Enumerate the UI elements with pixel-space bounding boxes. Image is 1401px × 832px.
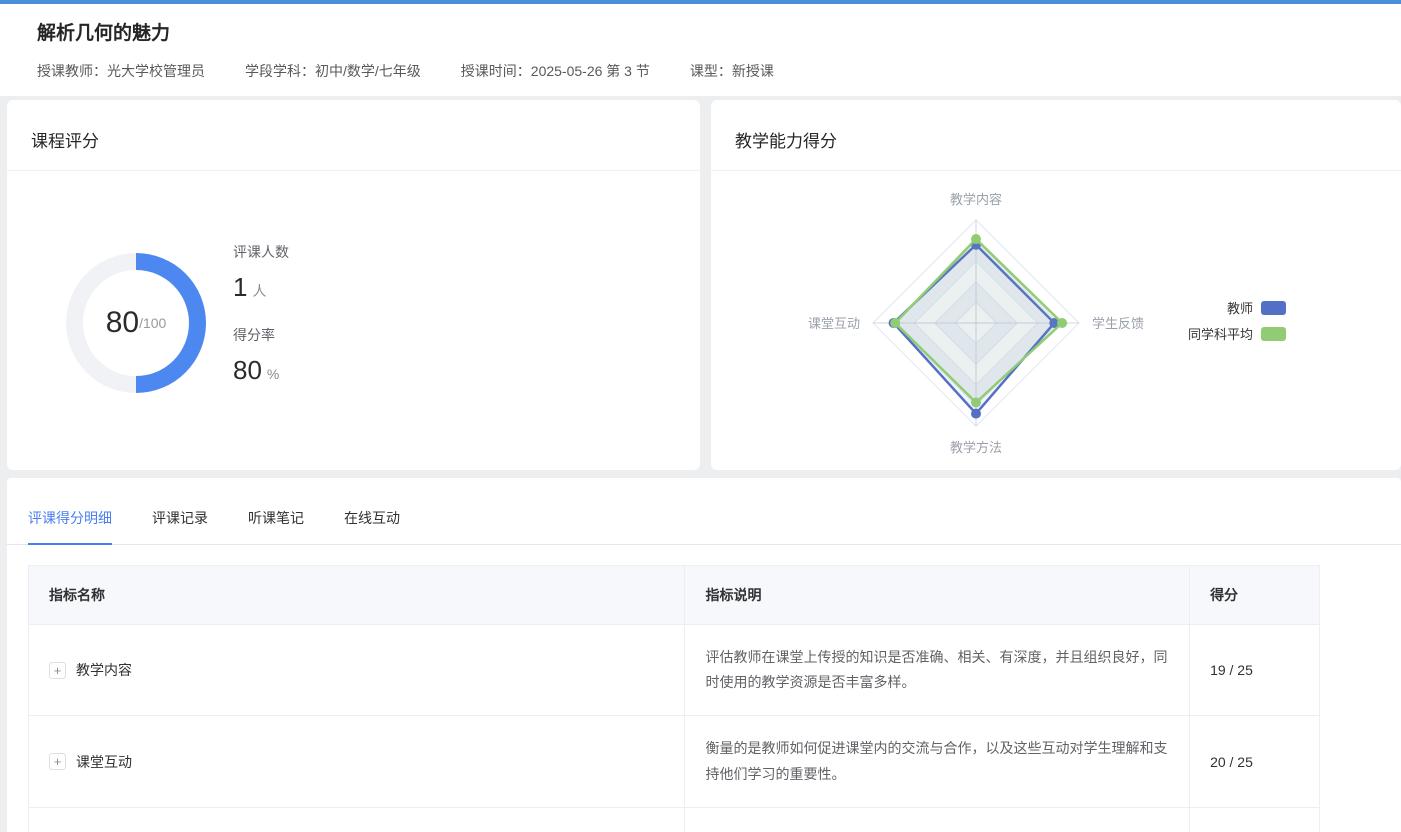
score-value: 80 (106, 306, 139, 340)
legend-item-teacher[interactable]: 教师 (1227, 298, 1286, 317)
table-row[interactable]: + 课堂互动 衡量的是教师如何促进课堂内的交流与合作，以及这些互动对学生理解和支持… (29, 716, 1320, 807)
column-header-indicator-desc: 指标说明 (685, 566, 1190, 625)
reviewer-count-label: 评课人数 (233, 242, 289, 262)
meta-time: 授课时间：2025-05-26 第 3 节 (461, 61, 650, 81)
teaching-ability-card: 教学能力得分 教学内容学生反馈教学方法 课堂互动 教师 同学科平均 (711, 100, 1401, 470)
radar-chart: 教学内容学生反馈教学方法 课堂互动 (711, 170, 1401, 470)
tab-evaluation-records[interactable]: 评课记录 (152, 508, 208, 545)
svg-text:教学方法: 教学方法 (950, 440, 1002, 455)
score-denominator: /100 (139, 315, 166, 331)
table-header-row: 指标名称 指标说明 得分 (29, 566, 1320, 625)
meta-subject: 学段学科：初中/数学/七年级 (245, 61, 421, 81)
indicator-name: 教学内容 (76, 660, 132, 680)
column-header-indicator-name: 指标名称 (29, 566, 685, 625)
indicator-description: 评估教师在课堂上传授的知识是否准确、相关、有深度，并且组织良好，同时使用的教学资… (705, 645, 1169, 695)
lesson-header: 解析几何的魅力 授课教师：光大学校管理员 学段学科：初中/数学/七年级 授课时间… (0, 4, 1401, 96)
legend-label: 教师 (1227, 298, 1253, 317)
svg-text:教学内容: 教学内容 (950, 192, 1002, 207)
reviewer-count-unit: 人 (252, 283, 266, 299)
svg-text:课堂互动: 课堂互动 (808, 316, 860, 331)
evaluation-detail-section: 评课得分明细 评课记录 听课笔记 在线互动 指标名称 指标说明 得分 + 教学内容… (7, 478, 1401, 832)
expand-row-icon[interactable]: + (49, 662, 66, 679)
score-rate-value: 80% (233, 355, 289, 386)
table-row[interactable]: +教学方法 关注教师所采用的教学策略和技术手段的有效性，以及它们是否能够适应不同… (29, 807, 1320, 832)
course-score-card-title: 课程评分 (7, 100, 700, 152)
tab-listening-notes[interactable]: 听课笔记 (248, 508, 304, 545)
card-divider (7, 170, 700, 171)
tab-online-interaction[interactable]: 在线互动 (344, 508, 400, 545)
score-detail-table: 指标名称 指标说明 得分 + 教学内容 评估教师在课堂上传授的知识是否准确、相关、… (28, 565, 1320, 832)
svg-text:学生反馈: 学生反馈 (1092, 316, 1144, 331)
indicator-description: 衡量的是教师如何促进课堂内的交流与合作，以及这些互动对学生理解和支持他们学习的重… (705, 736, 1169, 786)
meta-course-type: 课型：新授课 (690, 61, 774, 81)
indicator-score: 20 / 25 (1210, 754, 1253, 770)
lesson-meta-row: 授课教师：光大学校管理员 学段学科：初中/数学/七年级 授课时间：2025-05… (37, 61, 1401, 81)
meta-teacher: 授课教师：光大学校管理员 (37, 61, 205, 81)
score-donut-center: 80/100 (83, 270, 189, 376)
score-stats: 评课人数 1人 得分率 80% (233, 242, 289, 408)
column-header-score: 得分 (1190, 566, 1320, 625)
expand-row-icon[interactable]: + (49, 753, 66, 770)
reviewer-count-value: 1人 (233, 272, 289, 303)
page-title: 解析几何的魅力 (37, 18, 1401, 45)
indicator-description: 关注教师所采用的教学策略和技术手段的有效性，以及它们是否能够适应不同的学习风格和… (705, 828, 1169, 832)
teaching-ability-card-title: 教学能力得分 (711, 100, 1401, 152)
score-rate-unit: % (267, 366, 279, 382)
tab-score-detail[interactable]: 评课得分明细 (28, 508, 112, 545)
indicator-score: 19 / 25 (1210, 662, 1253, 678)
legend-swatch-teacher (1261, 301, 1286, 315)
score-rate-label: 得分率 (233, 325, 289, 345)
legend-swatch-subject-average (1261, 327, 1286, 341)
legend-label: 同学科平均 (1188, 324, 1253, 343)
table-row[interactable]: + 教学内容 评估教师在课堂上传授的知识是否准确、相关、有深度，并且组织良好，同时… (29, 625, 1320, 716)
legend-item-subject-average[interactable]: 同学科平均 (1188, 324, 1286, 343)
indicator-name: 课堂互动 (76, 752, 132, 772)
course-score-card: 课程评分 80/100 评课人数 1人 得分率 80% (7, 100, 700, 470)
score-donut-chart: 80/100 (66, 253, 206, 393)
tab-bar: 评课得分明细 评课记录 听课笔记 在线互动 (7, 478, 1401, 545)
radar-legend: 教师 同学科平均 (1188, 298, 1286, 343)
